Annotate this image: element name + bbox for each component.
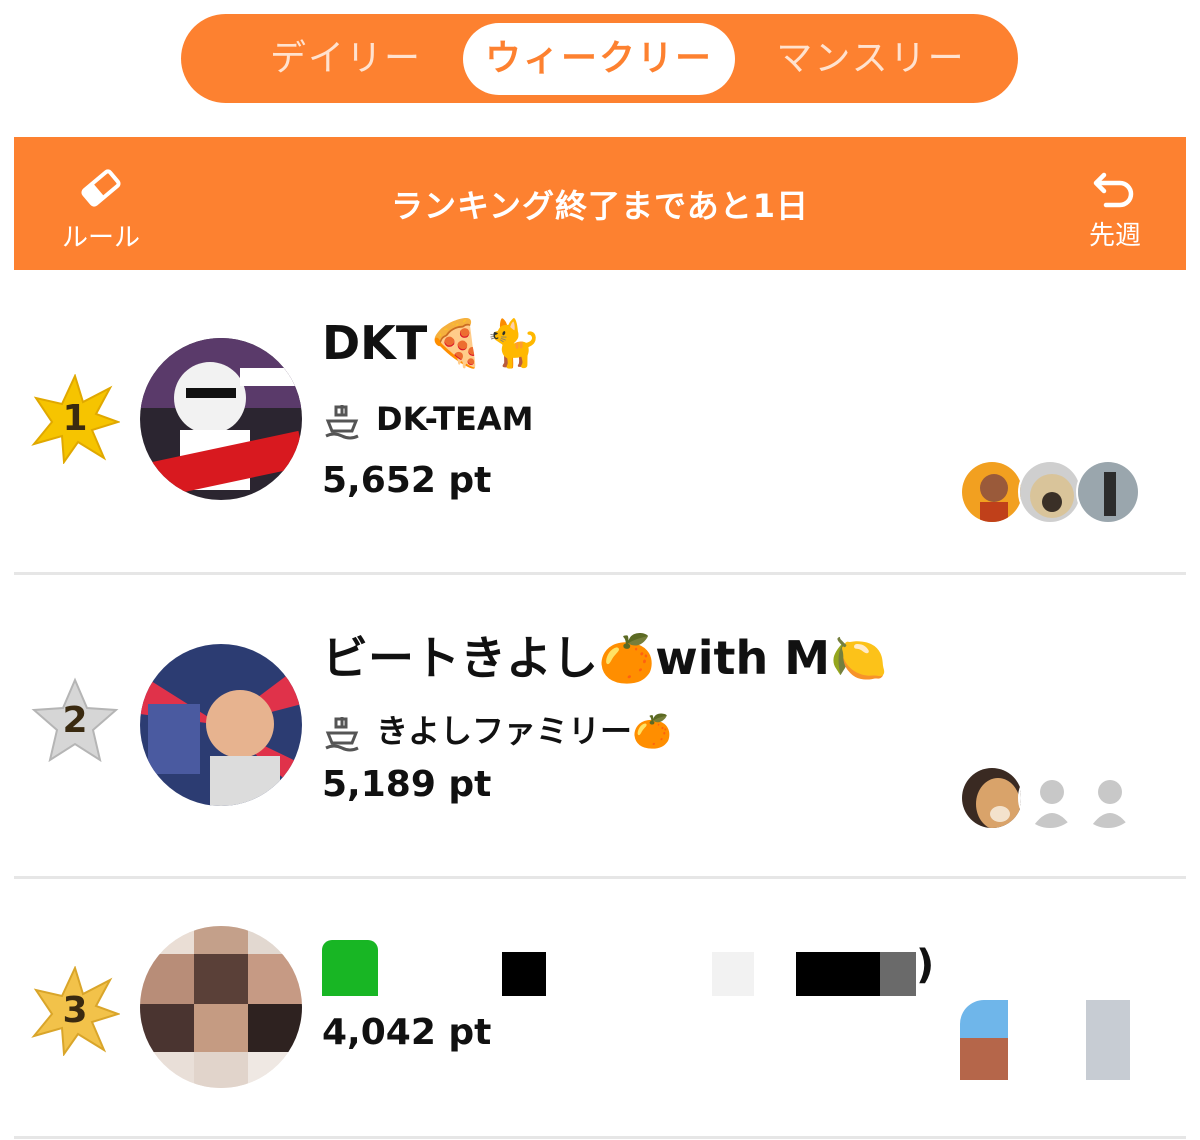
tab-daily[interactable]: デイリー [221,23,471,95]
ship-icon [325,405,359,440]
supporter-avatar[interactable] [1086,1000,1130,1080]
redacted-block [322,940,378,996]
redacted-block [502,952,546,996]
supporter-avatar[interactable] [1076,460,1140,524]
period-tabs: デイリー ウィークリー マンスリー [181,14,1018,103]
rank-badge-bronze: 3 [30,966,120,1056]
ship-icon [325,717,359,752]
ranking-header-bar: ルール ランキング終了まであと1日 先週 [14,137,1186,270]
divider [14,876,1186,879]
countdown-title: ランキング終了まであと1日 [391,187,809,225]
redacted-block [796,952,880,996]
streamer-name-fragment: ) [916,942,935,988]
supporter-avatar[interactable] [1018,460,1082,524]
avatar-blurred[interactable] [140,926,302,1088]
ranking-row-1[interactable]: 1 DKT🍕🐈 DK-TEAM 5,652 pt [14,276,1186,576]
avatar[interactable] [140,338,302,500]
tab-weekly[interactable]: ウィークリー [463,23,735,95]
supporter-avatar[interactable] [960,766,1024,830]
team-name: きよしファミリー🍊 [322,706,672,753]
supporter-placeholder-icon[interactable] [1076,766,1140,830]
streamer-name: ビートきよし🍊with M🍋 [322,631,888,685]
previous-week-label: 先週 [1088,221,1141,251]
ranking-row-3[interactable]: 3 ) 4,042 pt [14,882,1186,1140]
top-supporters [960,460,1144,526]
points-value: 4,042 pt [322,1012,492,1053]
points-value: 5,652 pt [322,460,492,501]
divider [14,1136,1186,1139]
ranking-row-2[interactable]: 2 ビートきよし🍊with M🍋 きよしファミリー🍊 5,189 pt [14,578,1186,878]
rules-label: ルール [61,223,140,253]
divider [14,572,1186,575]
team-name: DK-TEAM [322,400,533,441]
tab-monthly[interactable]: マンスリー [751,23,991,95]
supporter-placeholder-icon[interactable] [1018,766,1082,830]
eraser-icon [81,169,121,207]
undo-arrow-icon [1093,172,1134,208]
rules-button[interactable]: ルール [46,165,156,255]
previous-week-button[interactable]: 先週 [1060,165,1170,255]
points-value: 5,189 pt [322,764,492,805]
supporter-avatar[interactable] [960,460,1024,524]
rank-badge-gold: 1 [30,374,120,464]
top-supporters [960,766,1144,832]
redacted-block [880,952,916,996]
avatar[interactable] [140,644,302,806]
redacted-block [712,952,754,996]
streamer-name: DKT🍕🐈 [322,316,542,370]
supporter-avatar[interactable] [960,1038,1008,1080]
rank-badge-silver: 2 [30,676,120,766]
